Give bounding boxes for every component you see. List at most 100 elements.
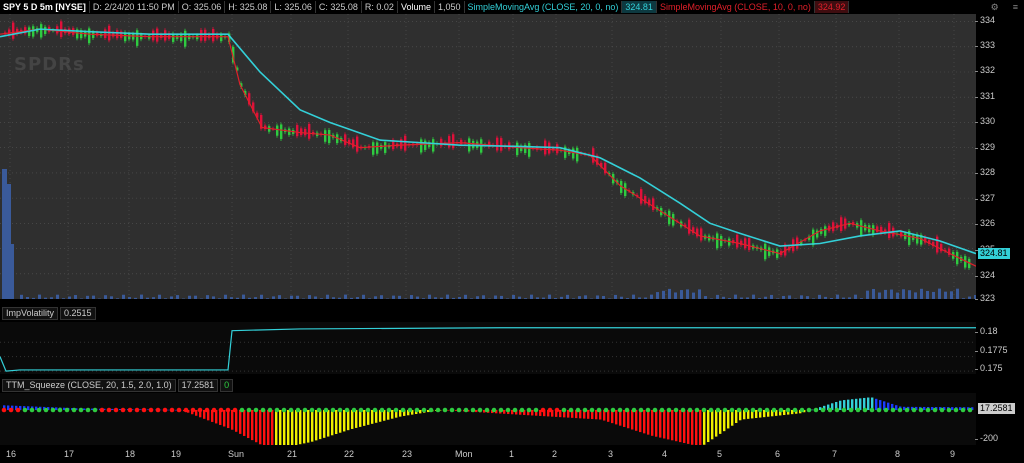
volume-bar (584, 295, 587, 299)
candle (204, 29, 207, 41)
price-axis[interactable]: 334 333 332 331 330 329 328 327 326 325 … (974, 14, 1024, 303)
volume-bar (782, 295, 785, 299)
momentum-bar (359, 410, 362, 427)
squeeze-dot (190, 407, 196, 413)
momentum-bar (139, 409, 142, 410)
iv-study-label[interactable]: ImpVolatility 0.2515 (2, 307, 96, 320)
squeeze-dot (365, 407, 371, 413)
squeeze-dot (134, 407, 140, 413)
candle (452, 134, 455, 149)
candle (44, 26, 47, 34)
sma20-value: 324.81 (622, 1, 657, 13)
squeeze-dot (596, 407, 602, 413)
price-tick: 328 (974, 167, 996, 177)
volume-bar (836, 294, 839, 299)
volume-bar (602, 295, 605, 299)
sma20-label[interactable]: SimpleMovingAvg (CLOSE, 20, 0, no) (465, 1, 623, 13)
volume-bar (380, 295, 383, 299)
iv-axis[interactable]: 0.18 0.1775 0.175 (975, 322, 1024, 374)
volume-bar (626, 298, 629, 299)
squeeze-dot (540, 407, 546, 413)
volume-bar (872, 288, 875, 299)
volume-bar (56, 294, 59, 299)
squeeze-dot (855, 407, 861, 413)
iv-pane[interactable] (0, 322, 976, 374)
squeeze-dot (687, 407, 693, 413)
sma10-label[interactable]: SimpleMovingAvg (CLOSE, 10, 0, no) (657, 1, 815, 13)
volume-bar (194, 295, 197, 299)
volume-bar (242, 294, 245, 299)
candle (220, 34, 223, 42)
squeeze-dot (29, 407, 35, 413)
volume-bar (422, 298, 425, 299)
squeeze-dot (428, 407, 434, 413)
squeeze-study-label[interactable]: TTM_Squeeze (CLOSE, 20, 1.5, 2.0, 1.0) 1… (2, 379, 234, 392)
squeeze-axis[interactable]: 17.2581 -200 (974, 393, 1024, 445)
volume-bar (632, 294, 635, 299)
momentum-bar (667, 410, 670, 440)
volume-bar (812, 298, 815, 299)
momentum-bar (303, 410, 306, 444)
candle (824, 226, 827, 236)
momentum-bar (203, 410, 206, 419)
squeeze-dot (8, 407, 14, 413)
candle (296, 125, 299, 137)
squeeze-dot (498, 407, 504, 413)
volume-bar (236, 297, 239, 299)
volume-bar (956, 288, 959, 299)
volume-bar (548, 294, 551, 299)
squeeze-dot (610, 407, 616, 413)
volume-bar (254, 297, 257, 299)
momentum-bar (227, 410, 230, 429)
squeeze-label[interactable]: TTM_Squeeze (CLOSE, 20, 1.5, 2.0, 1.0) (2, 379, 176, 392)
iv-label[interactable]: ImpVolatility (2, 307, 59, 320)
candle (300, 128, 303, 136)
price-tick: 332 (974, 65, 996, 75)
volume-bar (320, 298, 323, 299)
candle (448, 136, 451, 148)
volume-bar (392, 295, 395, 299)
volume-bar (428, 294, 431, 299)
volume-bar (578, 296, 581, 299)
candle (500, 138, 503, 151)
momentum-bar (323, 410, 326, 438)
squeeze-dot (925, 407, 931, 413)
candle (32, 26, 35, 37)
momentum-bar (339, 410, 342, 433)
squeeze-pane[interactable] (0, 393, 976, 445)
momentum-bar (287, 410, 290, 445)
momentum-bar (683, 410, 686, 443)
candle (652, 198, 655, 211)
squeeze-dot (407, 407, 413, 413)
candle (280, 124, 283, 139)
symbol-label[interactable]: SPY 5 D 5m [NYSE] (0, 1, 90, 13)
momentum-bar (503, 410, 506, 414)
momentum-bar (263, 410, 266, 445)
volume-bar (266, 298, 269, 299)
momentum-bar (275, 410, 278, 445)
price-chart (0, 14, 976, 299)
volume-bar (830, 298, 833, 299)
volume-bar (680, 290, 683, 299)
volume-bar (2, 169, 7, 299)
momentum-bar (719, 410, 722, 434)
candle (384, 142, 387, 153)
menu-icon[interactable]: ≡ (1013, 1, 1018, 13)
gear-icon[interactable]: ⚙ (991, 1, 999, 13)
squeeze-dot (673, 407, 679, 413)
squeeze-dot (421, 407, 427, 413)
momentum-bar (363, 410, 366, 426)
squeeze-dot (204, 407, 210, 413)
volume-bar (188, 295, 191, 299)
time-axis[interactable]: 16 17 18 19 Sun 21 22 23 Mon 1 2 3 4 5 6… (0, 447, 976, 463)
volume-bar (122, 294, 125, 299)
time-label: Mon (455, 449, 473, 459)
candle (104, 29, 107, 38)
volume-bar (314, 296, 317, 299)
volume-label[interactable]: Volume (398, 1, 435, 13)
volume-bar (152, 297, 155, 299)
momentum-bar (235, 410, 238, 432)
price-chart-pane[interactable]: SPDRs (0, 14, 976, 299)
volume-bar (476, 296, 479, 299)
volume-bar (668, 288, 671, 299)
